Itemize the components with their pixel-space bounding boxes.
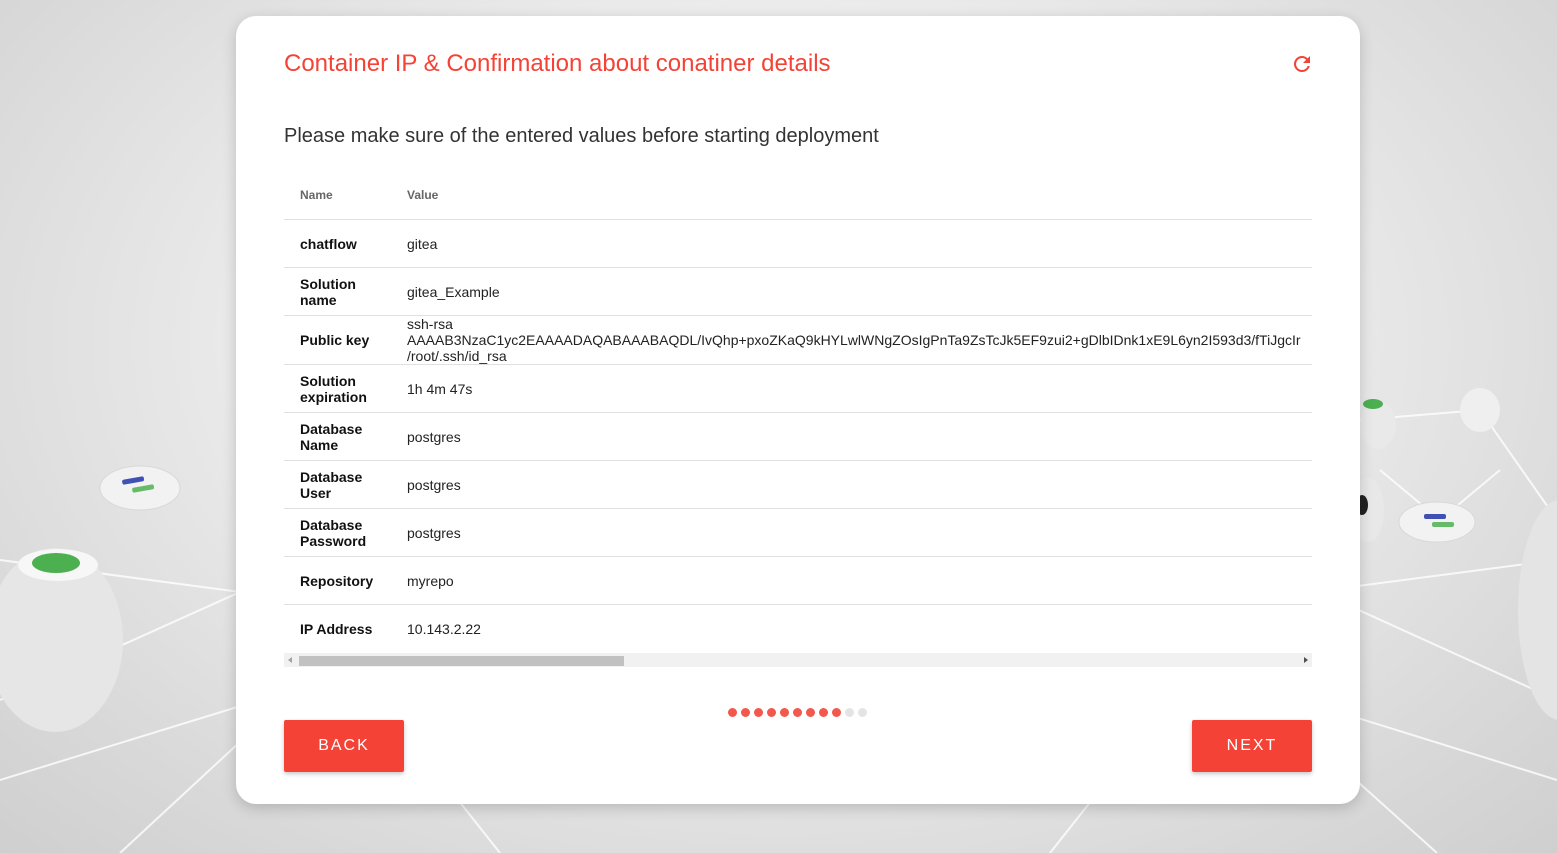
row-name-solution-expiration: Solution expiration: [284, 364, 391, 413]
details-table-container: Name Value chatflow gitea Solution name …: [284, 171, 1312, 651]
row-value-line: 10.143.2.22: [407, 620, 481, 637]
row-value-chatflow: gitea: [391, 219, 1312, 268]
row-value-solution-name: gitea_Example: [391, 267, 1312, 316]
table-row: Solution expiration 1h 4m 47s: [284, 364, 1312, 413]
row-name-solution-name: Solution name: [284, 267, 391, 316]
row-value-repository: myrepo: [391, 556, 1312, 605]
table-row: IP Address 10.143.2.22: [284, 605, 1312, 652]
table-row: Repository myrepo: [284, 556, 1312, 605]
confirmation-dialog: Container IP & Confirmation about conati…: [236, 16, 1360, 804]
step-dot-complete: [767, 708, 776, 717]
step-dot-complete: [806, 708, 815, 717]
row-value-public-key: ssh-rsa AAAAB3NzaC1yc2EAAAADAQABAAABAQDL…: [391, 315, 1312, 365]
sphere-left-large: [0, 548, 123, 732]
row-value-solution-expiration: 1h 4m 47s: [391, 364, 1312, 413]
row-value-line: 1h 4m 47s: [407, 380, 473, 397]
step-progress-dots: [728, 708, 871, 718]
table-row: Database Password postgres: [284, 508, 1312, 557]
row-name-repository: Repository: [284, 556, 391, 605]
table-row: chatflow gitea: [284, 219, 1312, 268]
row-name-database-password: Database Password: [284, 508, 391, 557]
step-dot-complete: [832, 708, 841, 717]
row-name-database-user: Database User: [284, 460, 391, 509]
step-dot-complete: [793, 708, 802, 717]
row-value-line: AAAAB3NzaC1yc2EAAAADAQABAAABAQDL/IvQhp+p…: [407, 332, 1301, 348]
row-value-line: postgres: [407, 476, 461, 493]
row-value-line: myrepo: [407, 572, 454, 589]
row-value-database-password: postgres: [391, 508, 1312, 557]
row-value-line: gitea: [407, 235, 438, 252]
table-row: Database User postgres: [284, 460, 1312, 509]
dialog-title: Container IP & Confirmation about conati…: [284, 50, 831, 77]
table-row: Solution name gitea_Example: [284, 267, 1312, 316]
step-dot-complete: [728, 708, 737, 717]
step-dot-pending: [858, 708, 867, 717]
row-name-chatflow: chatflow: [284, 219, 391, 268]
step-dot-complete: [819, 708, 828, 717]
refresh-icon[interactable]: [1290, 52, 1314, 76]
row-value-line: ssh-rsa: [407, 316, 453, 332]
column-header-name: Name: [284, 171, 391, 220]
step-dot-complete: [754, 708, 763, 717]
table-row: Database Name postgres: [284, 412, 1312, 461]
dialog-subtitle: Please make sure of the entered values b…: [284, 125, 879, 147]
table-header-row: Name Value: [284, 171, 1312, 220]
sphere-left-small: [99, 465, 181, 511]
step-dot-pending: [845, 708, 854, 717]
step-dot-complete: [741, 708, 750, 717]
scrollbar-thumb[interactable]: [299, 656, 624, 666]
row-value-ip-address: 10.143.2.22: [391, 605, 1312, 652]
sphere-right-group: [1352, 388, 1557, 720]
horizontal-scrollbar[interactable]: [284, 653, 1312, 667]
row-name-public-key: Public key: [284, 315, 391, 365]
step-dot-complete: [780, 708, 789, 717]
row-value-line: gitea_Example: [407, 283, 500, 300]
row-name-ip-address: IP Address: [300, 620, 373, 637]
table-row: Public key ssh-rsa AAAAB3NzaC1yc2EAAAADA…: [284, 315, 1312, 365]
next-button[interactable]: NEXT: [1192, 720, 1312, 772]
row-name-database-name: Database Name: [284, 412, 391, 461]
row-value-line: postgres: [407, 524, 461, 541]
scroll-right-arrow-icon[interactable]: [1298, 653, 1312, 667]
back-button[interactable]: BACK: [284, 720, 404, 772]
details-table: Name Value chatflow gitea Solution name …: [284, 171, 1312, 651]
row-value-line: /root/.ssh/id_rsa: [407, 348, 507, 364]
row-value-database-name: postgres: [391, 412, 1312, 461]
column-header-value: Value: [391, 171, 1312, 220]
row-value-line: postgres: [407, 428, 461, 445]
row-value-database-user: postgres: [391, 460, 1312, 509]
scroll-left-arrow-icon[interactable]: [284, 653, 298, 667]
